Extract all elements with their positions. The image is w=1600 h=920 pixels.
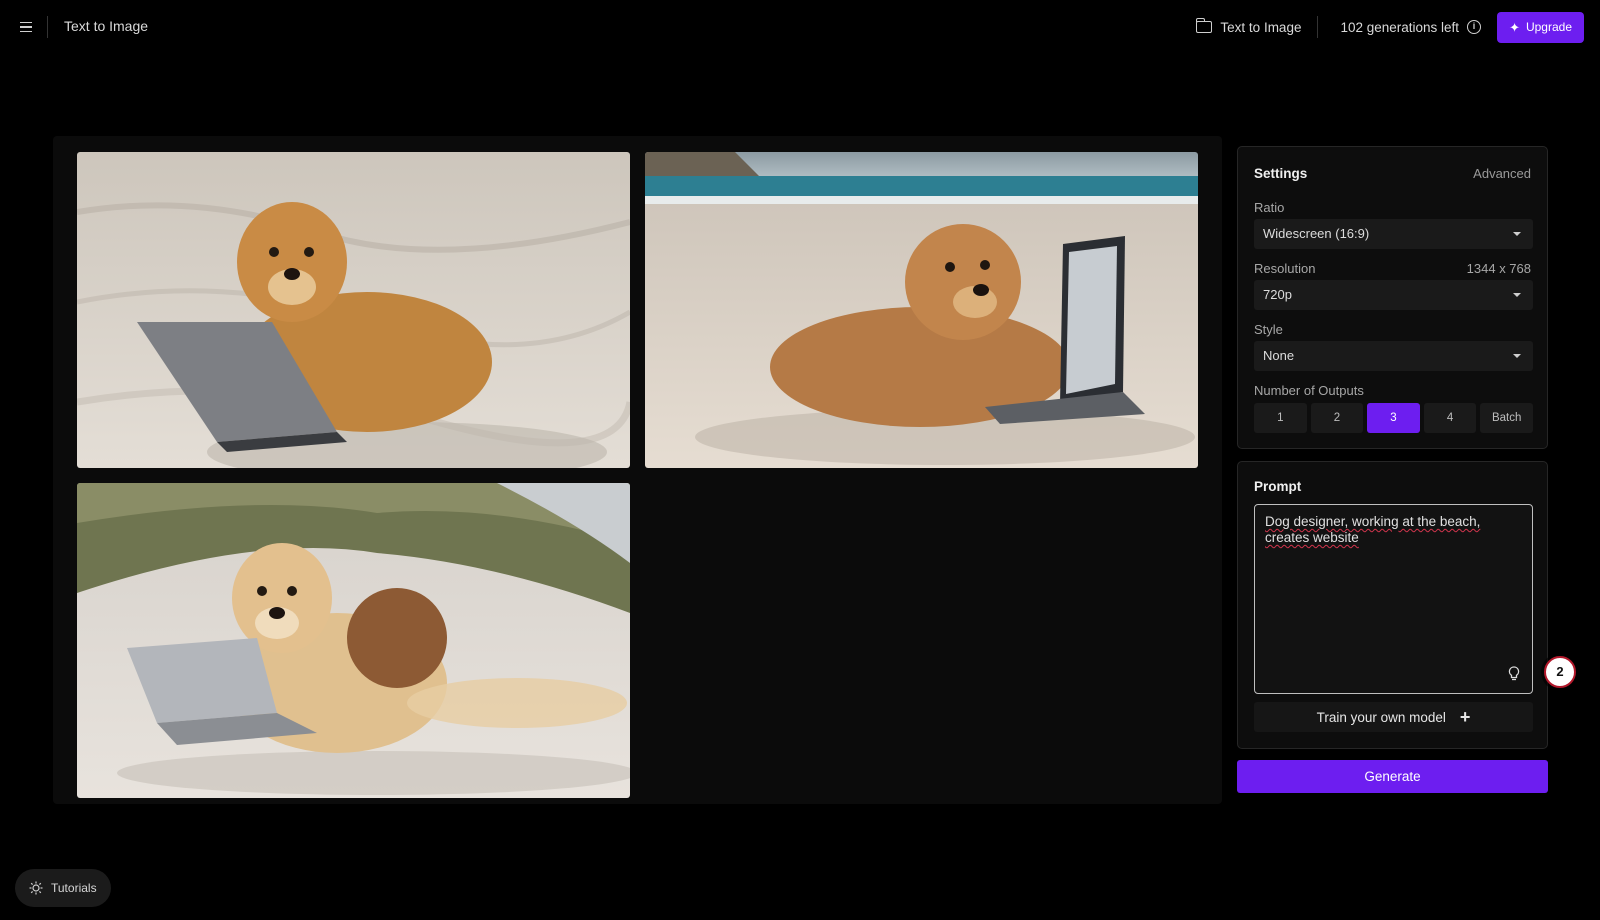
tutorials-button[interactable]: Tutorials: [15, 869, 111, 907]
folder-icon: [1195, 18, 1213, 33]
ratio-label: Ratio: [1254, 200, 1285, 215]
top-right-group: Text to Image 102 generations left i ✦ U…: [1195, 11, 1584, 43]
output-option-4[interactable]: 4: [1423, 403, 1477, 433]
sparkle-icon: ✦: [1509, 19, 1520, 35]
generated-image-1[interactable]: [77, 152, 630, 468]
resolution-label: Resolution: [1254, 261, 1316, 276]
advanced-link[interactable]: Advanced: [1473, 166, 1531, 181]
generations-left-text: 102 generations left: [1340, 19, 1460, 35]
tutorials-label: Tutorials: [51, 881, 97, 895]
resolution-select[interactable]: 720p: [1254, 280, 1533, 310]
resolution-value: 720p: [1263, 287, 1292, 302]
caret-down-icon: [1513, 232, 1521, 236]
info-icon[interactable]: i: [1467, 20, 1482, 34]
generated-image-2[interactable]: [645, 152, 1198, 468]
plus-icon: +: [1459, 707, 1471, 727]
prompt-input[interactable]: Dog designer, working at the beach, crea…: [1254, 504, 1533, 694]
output-option-1[interactable]: 1: [1254, 403, 1307, 433]
generate-button[interactable]: Generate: [1237, 760, 1548, 793]
divider: [47, 16, 48, 38]
prompt-panel: Prompt Dog designer, working at the beac…: [1237, 461, 1548, 749]
caret-down-icon: [1513, 354, 1521, 358]
menu-icon[interactable]: [16, 17, 36, 37]
dogs-with-laptop-image: [77, 483, 630, 798]
ratio-select[interactable]: Widescreen (16:9): [1254, 219, 1533, 249]
caret-down-icon: [1513, 293, 1521, 297]
train-model-label: Train your own model: [1316, 709, 1446, 725]
outputs-selector: 1 2 3 4 Batch: [1254, 403, 1533, 433]
lightbulb-icon: [29, 881, 43, 895]
generations-counter: 102 generations left i: [1318, 20, 1497, 35]
dog-with-laptop-image: [645, 152, 1198, 468]
image-gallery: [53, 136, 1222, 804]
resolution-dimensions: 1344 x 768: [1466, 261, 1531, 276]
output-option-batch[interactable]: Batch: [1480, 403, 1533, 433]
dog-with-laptop-image: [77, 152, 630, 468]
upgrade-label: Upgrade: [1525, 20, 1572, 34]
style-label: Style: [1254, 322, 1283, 337]
top-bar: Text to Image Text to Image 102 generati…: [0, 0, 1600, 54]
style-value: None: [1263, 348, 1295, 363]
settings-title: Settings: [1254, 166, 1308, 181]
output-option-2[interactable]: 2: [1310, 403, 1364, 433]
lightbulb-icon[interactable]: [1508, 666, 1520, 682]
style-select[interactable]: None: [1254, 341, 1533, 371]
outputs-label: Number of Outputs: [1254, 383, 1364, 398]
ratio-value: Widescreen (16:9): [1263, 226, 1370, 241]
upgrade-button[interactable]: ✦ Upgrade: [1497, 11, 1584, 43]
app-title: Text to Image: [64, 18, 149, 34]
prompt-text: Dog designer, working at the beach, crea…: [1265, 514, 1481, 545]
step-badge: 2: [1544, 656, 1576, 688]
settings-panel: Settings Advanced Ratio Widescreen (16:9…: [1237, 146, 1548, 449]
output-option-3[interactable]: 3: [1367, 403, 1420, 433]
generated-image-3[interactable]: [77, 483, 630, 798]
train-model-button[interactable]: Train your own model +: [1254, 702, 1533, 732]
breadcrumb-label: Text to Image: [1220, 19, 1302, 35]
prompt-title: Prompt: [1254, 479, 1302, 494]
breadcrumb-text-to-image[interactable]: Text to Image: [1195, 18, 1317, 35]
